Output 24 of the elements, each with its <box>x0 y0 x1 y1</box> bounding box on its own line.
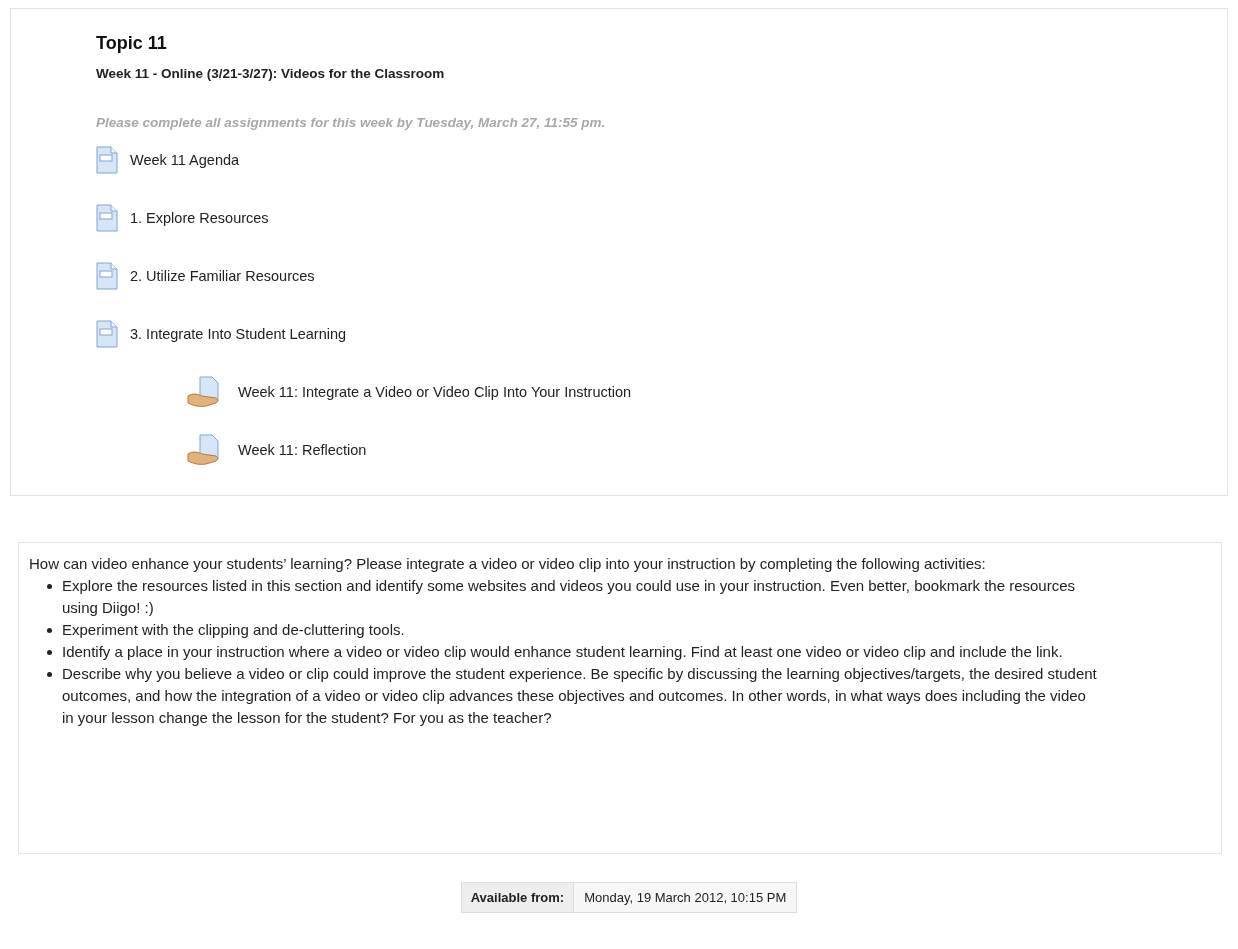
topic-title: Topic 11 <box>96 33 168 54</box>
document-icon <box>96 203 118 232</box>
document-icon <box>96 145 118 174</box>
available-label: Available from: <box>460 882 575 913</box>
bullet-icon <box>47 584 52 589</box>
deadline-note: Please complete all assignments for this week by Tuesday, March 27, 11:55 pm. <box>96 115 607 130</box>
available-date: Monday, 19 March 2012, 10:15 PM <box>574 882 798 913</box>
description-intro: How can video enhance your students’ learning? Please integrate a video or video clip into your instruction by completing the following activities: <box>29 554 987 574</box>
bullet-icon <box>47 650 52 655</box>
activity-link[interactable]: Week 11: Integrate a Video or Video Clip Into Your Instruction <box>238 383 632 400</box>
document-icon <box>96 261 118 290</box>
bullet-text: Identify a place in your instruction where a video or video clip would enhance student learning. Find at least one video or video clip and include the link. <box>62 642 1063 662</box>
bullet-icon <box>47 672 52 677</box>
bullet-text: Explore the resources listed in this section and identify some websites and videos you could use in your instruction. Even better, bookmark the resources using Diigo! :) <box>62 576 1077 618</box>
activity-link[interactable]: Week 11: Reflection <box>238 441 367 458</box>
bullet-icon <box>47 628 52 633</box>
document-icon <box>96 319 118 348</box>
bullet-text: Experiment with the clipping and de-cluttering tools. <box>62 620 405 640</box>
activity-link[interactable]: 3. Integrate Into Student Learning <box>130 325 347 342</box>
activity-link[interactable]: Week 11 Agenda <box>130 151 240 168</box>
bullet-text: Describe why you believe a video or clip could improve the student experience. Be specific by discussing the learning objectives/targets, the desired student outcomes, and how the integration of a video or video clip advances these objectives and outcomes. In other words, in what ways does including the video in your lesson change the lesson for the student? For you as the teacher? <box>62 664 1098 728</box>
activity-link[interactable]: 1. Explore Resources <box>130 209 269 226</box>
activity-link[interactable]: 2. Utilize Familiar Resources <box>130 267 315 284</box>
topic-subtitle: Week 11 - Online (3/21-3/27): Videos for the Classroom <box>96 66 446 81</box>
